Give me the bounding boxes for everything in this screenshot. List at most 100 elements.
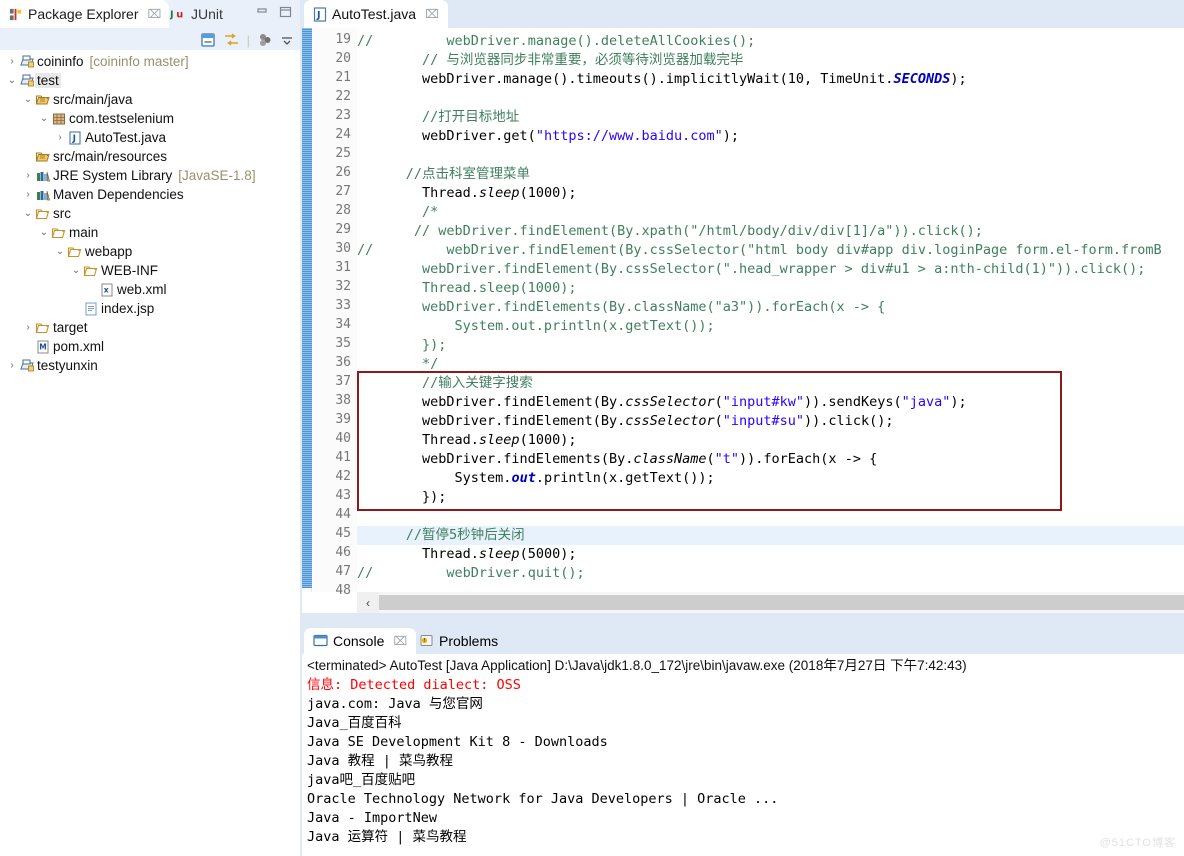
code-line[interactable]: Thread.sleep(5000); [357, 545, 576, 564]
xml-file-icon: x [98, 282, 115, 298]
tab-autotest-java[interactable]: J AutoTest.java ⌧ [304, 0, 448, 28]
close-icon[interactable]: ⌧ [148, 7, 162, 21]
code-line[interactable]: Thread.sleep(1000); [357, 279, 576, 298]
code-line[interactable]: webDriver.findElements(By.className("a3"… [357, 298, 885, 317]
minimize-icon[interactable] [256, 6, 269, 19]
console-icon [313, 634, 328, 648]
svg-text:J: J [170, 10, 174, 21]
code-line[interactable]: webDriver.findElement(By.cssSelector(".h… [357, 260, 1145, 279]
tab-problems[interactable]: ! Problems [410, 628, 507, 654]
line-number: 48 [335, 583, 351, 598]
code-line[interactable]: webDriver.manage().timeouts().implicitly… [357, 70, 967, 89]
line-number: 23 [335, 108, 351, 123]
code-token: // [357, 565, 381, 581]
chevron-right-icon[interactable]: › [6, 360, 18, 371]
tree-item-src-main-resources[interactable]: src/main/resources [0, 147, 300, 166]
view-chevron-icon[interactable] [280, 33, 294, 47]
chevron-down-icon[interactable]: ⌄ [70, 265, 82, 276]
line-number: 31 [335, 260, 351, 275]
code-line[interactable]: // webDriver.manage().deleteAllCookies()… [357, 32, 755, 51]
tree-item-autotest-java[interactable]: ›JAutoTest.java [0, 128, 300, 147]
scrollbar-thumb[interactable] [379, 595, 1184, 610]
folder-icon [34, 206, 51, 222]
chevron-right-icon[interactable]: › [22, 170, 34, 181]
svg-text:u: u [176, 10, 183, 21]
tree-item-web-xml[interactable]: xweb.xml [0, 280, 300, 299]
line-number: 40 [335, 431, 351, 446]
console-line: Oracle Technology Network for Java Devel… [307, 790, 1180, 809]
tree-item-webapp[interactable]: ⌄ webapp [0, 242, 300, 261]
tree-item-jre-system-library[interactable]: ›JRE System Library[JavaSE-1.8] [0, 166, 300, 185]
chevron-down-icon[interactable]: ⌄ [22, 94, 34, 105]
tree-item-target[interactable]: ›target [0, 318, 300, 337]
chevron-down-icon[interactable]: ⌄ [38, 227, 50, 238]
code-line[interactable]: // webDriver.findElement(By.cssSelector(… [357, 241, 1162, 260]
code-line[interactable]: Thread.sleep(1000); [357, 184, 576, 203]
code-line[interactable]: //打开目标地址 [357, 108, 519, 127]
chevron-down-icon[interactable]: ⌄ [22, 208, 34, 219]
view-menu-icon[interactable] [257, 32, 273, 48]
code-token: //打开目标地址 [357, 109, 519, 125]
tree-item-index-jsp[interactable]: index.jsp [0, 299, 300, 318]
code-line[interactable]: //点击科室管理菜单 [357, 165, 530, 184]
chevron-right-icon[interactable]: › [6, 56, 18, 67]
console-output[interactable]: <terminated> AutoTest [Java Application]… [302, 654, 1184, 856]
tree-item-coininfo[interactable]: ›coininfo[coininfo master] [0, 52, 300, 71]
tree-item-src[interactable]: ⌄src [0, 204, 300, 223]
close-icon[interactable]: ⌧ [425, 7, 439, 21]
line-number: 36 [335, 355, 351, 370]
package-explorer-icon [8, 7, 23, 22]
code-line[interactable]: //暂停5秒钟后关闭 [357, 526, 525, 545]
tree-item-label: webapp [83, 244, 134, 259]
maximize-icon[interactable] [279, 6, 292, 19]
line-number: 30 [335, 241, 351, 256]
tree-item-web-inf[interactable]: ⌄WEB-INF [0, 261, 300, 280]
tab-console[interactable]: Console ⌧ [304, 628, 416, 654]
editor-horizontal-scrollbar[interactable]: ‹ [357, 592, 1184, 613]
tree-item-main[interactable]: ⌄main [0, 223, 300, 242]
chevron-right-icon[interactable]: › [54, 132, 66, 143]
code-token: "https://www.baidu.com" [536, 128, 723, 144]
scroll-left-arrow-icon[interactable]: ‹ [357, 592, 379, 613]
code-token: sleep [479, 185, 520, 201]
chevron-down-icon[interactable]: ⌄ [38, 113, 50, 124]
annotation-ruler[interactable] [302, 28, 312, 592]
line-number: 44 [335, 507, 351, 522]
console-line: Java 教程 | 菜鸟教程 [307, 752, 1180, 771]
project-icon [18, 358, 35, 374]
code-token: (5000); [520, 546, 577, 562]
code-line[interactable]: // webDriver.quit(); [357, 564, 585, 583]
tree-item-src-main-java[interactable]: ⌄src/main/java [0, 90, 300, 109]
svg-text:J: J [316, 10, 321, 21]
code-token: Thread. [357, 546, 479, 562]
tab-junit-label: JUnit [191, 6, 223, 22]
code-line[interactable]: webDriver.get("https://www.baidu.com"); [357, 127, 739, 146]
line-number: 21 [335, 70, 351, 85]
line-number: 42 [335, 469, 351, 484]
collapse-all-icon[interactable] [200, 32, 216, 48]
chevron-right-icon[interactable]: › [22, 189, 34, 200]
tab-junit[interactable]: J u JUnit [162, 0, 231, 28]
line-number: 33 [335, 298, 351, 313]
code-token: webDriver.findElement(By.cssSelector("ht… [381, 242, 1161, 258]
tab-console-label: Console [333, 633, 384, 649]
code-line[interactable]: }); [357, 336, 446, 355]
close-icon[interactable]: ⌧ [393, 634, 407, 648]
chevron-right-icon[interactable]: › [22, 322, 34, 333]
tree-item-com-testselenium[interactable]: ⌄com.testselenium [0, 109, 300, 128]
tree-item-pom-xml[interactable]: Mpom.xml [0, 337, 300, 356]
tree-item-maven-dependencies[interactable]: ›Maven Dependencies [0, 185, 300, 204]
code-editor[interactable]: 1920212223242526272829303132333435363738… [302, 28, 1184, 613]
chevron-down-icon[interactable]: ⌄ [54, 246, 66, 257]
tree-item-test[interactable]: ⌄test [0, 71, 300, 90]
code-line[interactable]: // webDriver.findElement(By.xpath("/html… [357, 222, 983, 241]
link-with-editor-icon[interactable] [223, 32, 240, 48]
chevron-down-icon[interactable]: ⌄ [6, 75, 18, 86]
tree-item-testyunxin[interactable]: ›testyunxin [0, 356, 300, 375]
tab-package-explorer[interactable]: Package Explorer ⌧ [0, 0, 169, 28]
line-number: 43 [335, 488, 351, 503]
code-line[interactable]: /* [357, 203, 438, 222]
code-line[interactable]: // 与浏览器同步非常重要，必须等待浏览器加载完毕 [357, 51, 743, 70]
code-line[interactable]: System.out.println(x.getText()); [357, 317, 715, 336]
package-explorer-tree[interactable]: ›coininfo[coininfo master]⌄test⌄src/main… [0, 50, 300, 856]
